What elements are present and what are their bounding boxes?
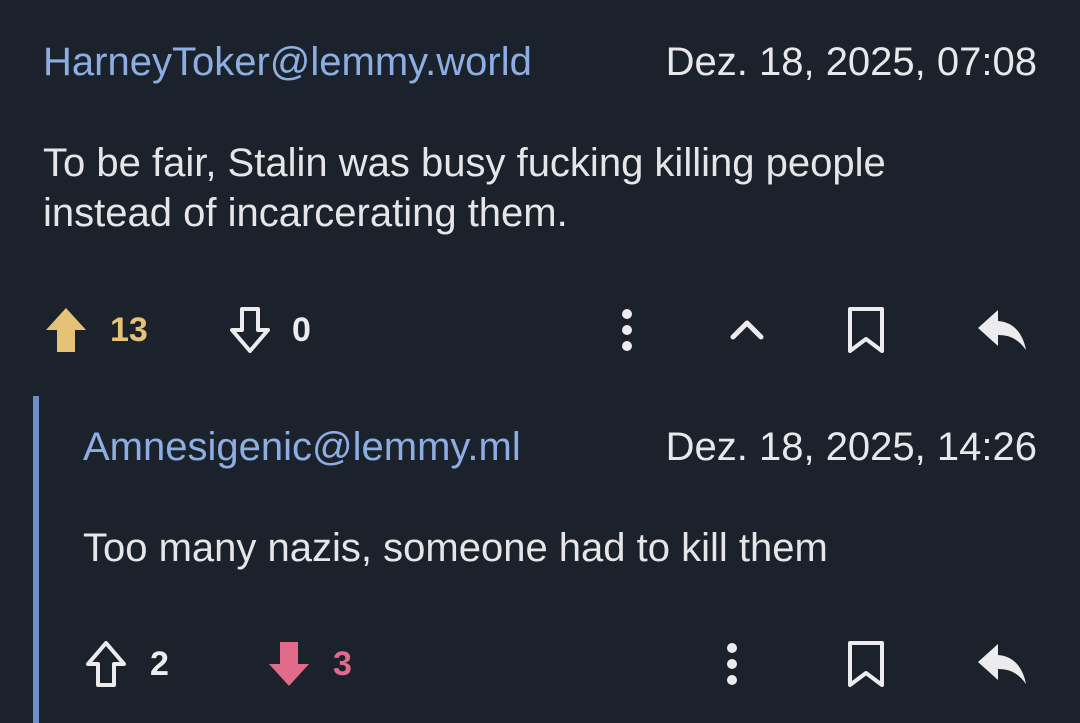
more-options-button[interactable] [615, 306, 639, 354]
arrow-up-outline-icon [84, 640, 128, 688]
bookmark-icon [846, 306, 886, 354]
save-button[interactable] [846, 306, 886, 354]
more-vertical-icon [720, 640, 744, 688]
downvote-button[interactable]: 0 [228, 306, 311, 354]
collapse-button[interactable] [728, 310, 766, 348]
upvote-count: 2 [150, 644, 169, 683]
reply-button[interactable] [976, 308, 1028, 352]
thread-indent-line [33, 396, 39, 723]
comment-timestamp: Dez. 18, 2025, 14:26 [665, 425, 1037, 469]
more-vertical-icon [615, 306, 639, 354]
upvote-button[interactable]: 13 [44, 306, 148, 354]
comment-author[interactable]: Amnesigenic@lemmy.ml [83, 425, 521, 470]
bookmark-icon [846, 640, 886, 688]
reply-button[interactable] [976, 642, 1028, 686]
comment-thread: HarneyToker@lemmy.world Dez. 18, 2025, 0… [0, 0, 1080, 723]
comment-text: Too many nazis, someone had to kill them [83, 526, 828, 570]
arrow-down-filled-icon [267, 640, 311, 688]
reply-icon [976, 308, 1028, 352]
downvote-count: 0 [292, 310, 311, 349]
downvote-button[interactable]: 3 [267, 640, 352, 688]
more-options-button[interactable] [720, 640, 744, 688]
downvote-count: 3 [333, 644, 352, 683]
arrow-down-outline-icon [228, 306, 272, 354]
chevron-up-icon [728, 310, 766, 348]
save-button[interactable] [846, 640, 886, 688]
comment-text: To be fair, Stalin was busy fucking kill… [43, 141, 886, 235]
comment-author[interactable]: HarneyToker@lemmy.world [43, 40, 532, 85]
arrow-up-filled-icon [44, 306, 88, 354]
upvote-count: 13 [110, 310, 148, 349]
reply-icon [976, 642, 1028, 686]
comment-timestamp: Dez. 18, 2025, 07:08 [665, 40, 1037, 84]
upvote-button[interactable]: 2 [84, 640, 169, 688]
